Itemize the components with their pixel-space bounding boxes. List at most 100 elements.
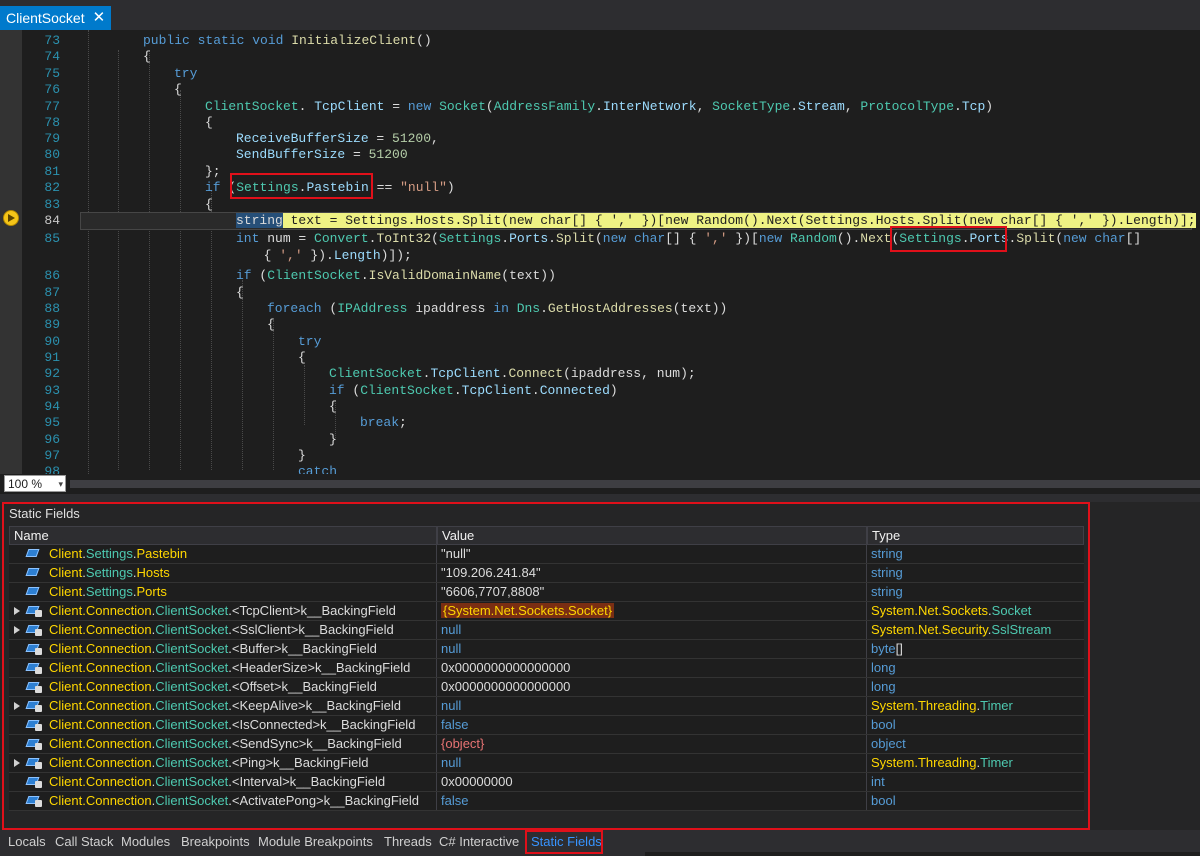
code-text: ReceiveBufferSize = 51200,: [236, 130, 439, 147]
code-line: 92 ClientSocket.TcpClient.Connect(ipaddre…: [0, 365, 1200, 382]
code-token: (text)): [672, 301, 728, 316]
code-token: ClientSocket: [360, 383, 454, 398]
code-token: "null": [400, 180, 447, 195]
line-number: 73: [44, 33, 60, 48]
code-line: 89 {: [0, 316, 1200, 333]
code-token: break: [360, 415, 400, 430]
panel-splitter[interactable]: [0, 494, 1200, 502]
code-token: InterNetwork: [602, 99, 697, 114]
line-number: 90: [44, 334, 60, 349]
code-text: {: [174, 81, 182, 98]
code-line: 98 catch: [0, 463, 1200, 474]
tool-window-tabs: Locals Call Stack Modules Breakpoints Module…: [0, 830, 1200, 856]
zoom-value: 100 %: [8, 477, 43, 491]
code-editor[interactable]: 73 public static void InitializeClient() 7…: [0, 30, 1200, 474]
code-text: foreach (IPAddress ipaddress in Dns.GetH…: [267, 300, 727, 317]
code-token: {: [248, 248, 280, 263]
code-token: num =: [267, 231, 315, 246]
code-token: .: [501, 231, 510, 246]
code-text: try: [174, 65, 197, 82]
code-token: .: [595, 99, 603, 114]
code-token: ProtocolType: [860, 99, 955, 114]
tool-tab-module-breakpoints[interactable]: Module Breakpoints: [258, 834, 373, 849]
code-token: text = Settings.Hosts.Split(new char[] {…: [282, 213, 1196, 228]
code-text: break;: [360, 414, 407, 431]
code-line: 95 break;: [0, 414, 1200, 431]
code-token: (): [416, 33, 432, 48]
code-token: ClientSocket: [329, 366, 423, 381]
code-token: Tcp: [961, 99, 986, 114]
code-token: ReceiveBufferSize: [236, 131, 369, 146]
code-line: 82 if (Settings.Pastebin == "null"): [0, 179, 1200, 196]
code-token: try: [298, 334, 322, 349]
code-token: Ports: [509, 231, 549, 246]
code-text: {: [267, 316, 275, 333]
code-token: public static void: [143, 33, 292, 48]
code-token: {: [329, 399, 337, 414]
horizontal-scrollbar[interactable]: [70, 480, 1200, 488]
line-number: 87: [44, 285, 60, 300]
tool-tab-c-interactive[interactable]: C# Interactive: [439, 834, 519, 849]
tool-tab-breakpoints[interactable]: Breakpoints: [181, 834, 250, 849]
line-number: 78: [44, 115, 60, 130]
close-icon[interactable]: ✕: [93, 6, 106, 30]
document-tab-clientsocket[interactable]: ClientSocket ✕: [0, 6, 112, 30]
code-token: ==: [368, 180, 401, 195]
code-token: .: [531, 383, 540, 398]
code-token: };: [205, 164, 221, 179]
status-strip: [645, 852, 1200, 856]
code-line: 80 SendBufferSize = 51200: [0, 146, 1200, 163]
code-line: 87 {: [0, 284, 1200, 301]
code-token: foreach: [267, 301, 330, 316]
code-line: 91 {: [0, 349, 1200, 366]
code-token: SendBufferSize: [236, 147, 346, 162]
code-token: Random: [790, 231, 837, 246]
code-text: ClientSocket. TcpClient = new Socket(Add…: [205, 98, 993, 115]
code-token: Convert: [314, 231, 369, 246]
code-token: InitializeClient: [291, 33, 417, 48]
line-number: 95: [44, 415, 60, 430]
tool-tab-call-stack[interactable]: Call Stack: [55, 834, 114, 849]
code-token: Next: [860, 231, 892, 246]
code-token: (: [594, 231, 603, 246]
code-token: if: [236, 268, 260, 283]
code-line: 78 {: [0, 114, 1200, 131]
code-text: {: [205, 114, 213, 131]
code-line: 75 try: [0, 65, 1200, 82]
code-line: 73 public static void InitializeClient(): [0, 32, 1200, 49]
code-token: )]);: [380, 248, 412, 263]
code-token: (: [485, 99, 494, 114]
code-token: ;: [399, 415, 407, 430]
line-number: 89: [44, 317, 60, 332]
code-token: ipaddress: [407, 301, 494, 316]
code-token: ): [446, 180, 455, 195]
code-line: 85 int num = Convert.ToInt32(Settings.Por…: [0, 230, 1200, 247]
code-text: if (ClientSocket.TcpClient.Connected): [329, 382, 618, 399]
code-token: try: [174, 66, 198, 81]
code-text: }: [329, 431, 337, 448]
highlight-box-static-fields-panel: [2, 502, 1090, 830]
code-token: SocketType: [712, 99, 791, 114]
code-token: TcpClient: [461, 383, 532, 398]
code-token: Socket: [439, 99, 486, 114]
line-number: 93: [44, 383, 60, 398]
code-text: {: [298, 349, 306, 366]
code-token: new char: [602, 231, 666, 246]
tool-tab-modules[interactable]: Modules: [121, 834, 170, 849]
code-token: {: [205, 197, 213, 212]
code-token: .: [540, 301, 548, 316]
tool-tab-locals[interactable]: Locals: [8, 834, 46, 849]
line-number: 80: [44, 147, 60, 162]
code-text: string text = Settings.Hosts.Split(new c…: [236, 212, 1196, 229]
line-number: 79: [44, 131, 60, 146]
code-token: {: [205, 115, 213, 130]
code-token: 51200: [392, 131, 432, 146]
code-token: ',': [704, 231, 728, 246]
code-token: .: [790, 99, 798, 114]
tool-tab-threads[interactable]: Threads: [384, 834, 432, 849]
line-number: 84: [44, 213, 60, 228]
code-text: }: [298, 447, 306, 464]
zoom-dropdown[interactable]: 100 % ▾: [4, 475, 66, 492]
code-token: }: [329, 432, 337, 447]
code-token: TcpClient: [314, 99, 385, 114]
